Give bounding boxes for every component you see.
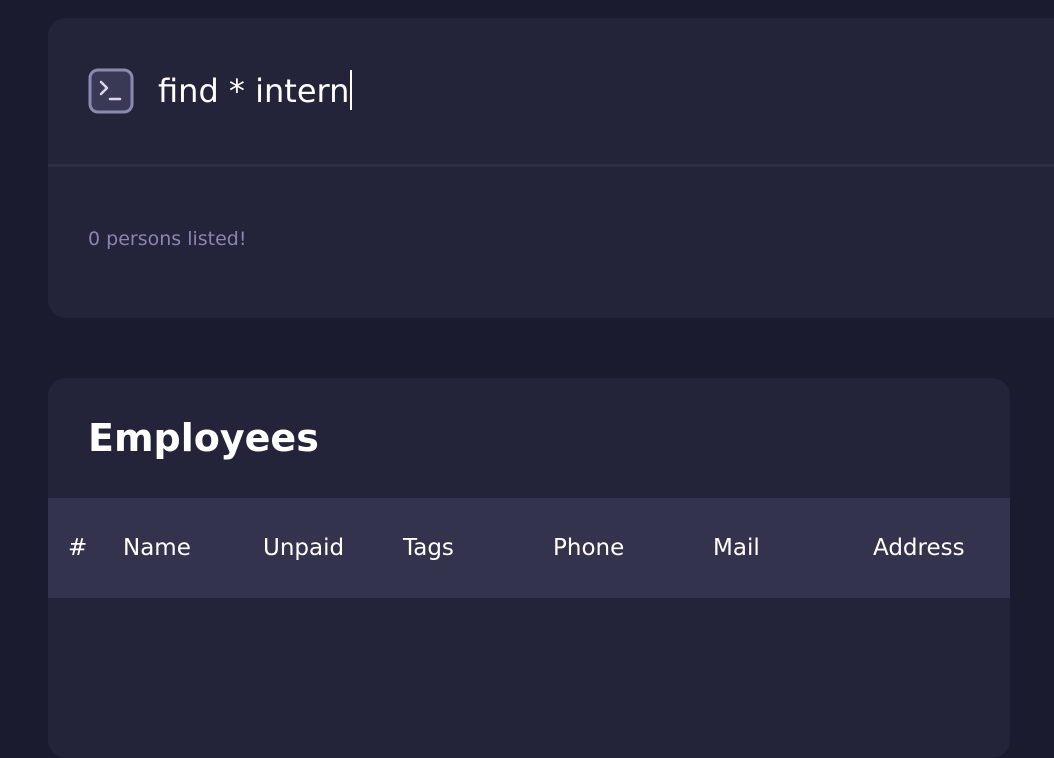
terminal-icon xyxy=(88,68,134,114)
command-box: find * intern xyxy=(48,18,1054,167)
command-input[interactable]: find * intern xyxy=(158,66,858,116)
result-message: 0 persons listed! xyxy=(88,228,247,250)
employees-panel: Employees # Name Unpaid Tags Phone Mail … xyxy=(48,378,1010,758)
column-header-tags[interactable]: Tags xyxy=(403,498,454,598)
table-body xyxy=(48,598,1010,758)
command-input-value: find * intern xyxy=(158,72,350,110)
column-header-name[interactable]: Name xyxy=(123,498,191,598)
column-header-mail[interactable]: Mail xyxy=(713,498,760,598)
text-cursor xyxy=(350,70,353,110)
column-header-index[interactable]: # xyxy=(68,498,87,598)
employees-title: Employees xyxy=(88,416,319,460)
column-header-unpaid[interactable]: Unpaid xyxy=(263,498,344,598)
column-header-phone[interactable]: Phone xyxy=(553,498,624,598)
table-header: # Name Unpaid Tags Phone Mail Address xyxy=(48,498,1010,598)
column-header-address[interactable]: Address xyxy=(873,498,965,598)
command-panel: find * intern 0 persons listed! xyxy=(48,18,1054,318)
